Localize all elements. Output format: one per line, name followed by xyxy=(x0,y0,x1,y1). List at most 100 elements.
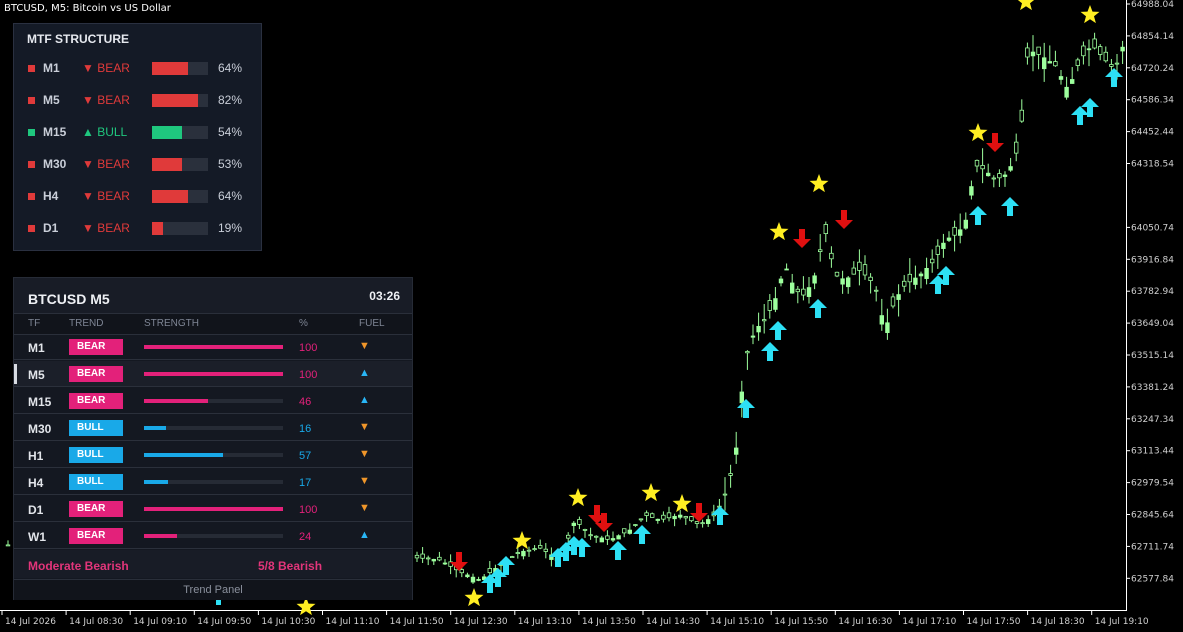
row-timeframe: H1 xyxy=(28,449,44,463)
trend-square-icon xyxy=(28,129,35,136)
price-label: 64318.54 xyxy=(1131,160,1174,170)
mtf-strength-fill xyxy=(152,158,182,171)
strength-percent: 100 xyxy=(299,504,318,516)
trend-badge: BEAR xyxy=(69,366,123,382)
time-label: 14 Jul 10:30 xyxy=(261,617,315,627)
price-tick: 63247.34 xyxy=(1126,415,1174,425)
candle xyxy=(1014,133,1019,162)
price-label: 62711.74 xyxy=(1131,542,1174,552)
candle xyxy=(425,555,431,566)
row-timeframe: M30 xyxy=(28,422,52,436)
time-label: 14 Jul 08:30 xyxy=(69,617,123,627)
time-tick: 14 Jul 13:10 xyxy=(514,610,572,627)
trend-badge: BEAR xyxy=(69,528,123,544)
price-tick: 63515.14 xyxy=(1126,351,1174,361)
mtf-structure-panel[interactable]: MTF STRUCTURE M1 ▼ BEAR 64% M5 ▼ BEAR 82% M15 ▲… xyxy=(13,23,262,251)
mtf-timeframe: M5 xyxy=(43,93,60,107)
price-tick: 63113.44 xyxy=(1126,447,1174,457)
candle xyxy=(509,555,515,558)
candle xyxy=(650,512,655,518)
candle xyxy=(941,233,946,258)
star-icon xyxy=(512,531,532,550)
mtf-direction: ▼ BEAR xyxy=(82,221,130,235)
candle xyxy=(1120,40,1125,65)
price-label: 64050.74 xyxy=(1131,223,1174,233)
trend-row-d1[interactable]: D1 BEAR 100 ▼ xyxy=(14,496,412,522)
trend-badge: BULL xyxy=(69,474,123,490)
candle xyxy=(1070,67,1075,84)
row-timeframe: W1 xyxy=(28,530,46,544)
bearish-count: 5/8 Bearish xyxy=(258,559,323,573)
strength-percent: 16 xyxy=(299,423,312,435)
candle xyxy=(806,277,812,304)
time-label: 14 Jul 15:10 xyxy=(710,617,764,627)
candle xyxy=(633,524,638,527)
candle xyxy=(638,518,644,522)
trend-row-m1[interactable]: M1 BEAR 100 ▼ xyxy=(14,334,412,360)
trend-square-icon xyxy=(28,65,35,72)
trend-row-m5[interactable]: M5 BEAR 100 ▲ xyxy=(14,361,412,387)
strength-percent: 24 xyxy=(299,531,312,543)
candle xyxy=(476,576,481,582)
strength-percent: 100 xyxy=(299,369,318,381)
mtf-direction: ▼ BEAR xyxy=(82,93,130,107)
arrow-down-icon xyxy=(793,229,811,248)
trend-row-h4[interactable]: H4 BULL 17 ▼ xyxy=(14,469,412,495)
time-label: 14 Jul 15:50 xyxy=(774,617,828,627)
row-timeframe: M5 xyxy=(28,368,45,382)
strength-bar xyxy=(144,372,283,376)
candle xyxy=(582,528,588,538)
candle xyxy=(784,263,789,271)
candle xyxy=(818,234,823,262)
col-tf: TF xyxy=(28,318,41,329)
candle xyxy=(543,543,548,559)
bar-countdown: 03:26 xyxy=(369,289,400,303)
trend-row-m30[interactable]: M30 BULL 16 ▼ xyxy=(14,415,412,441)
candle xyxy=(1030,35,1036,72)
star-icon xyxy=(1080,5,1100,24)
candle xyxy=(683,515,688,525)
row-timeframe: D1 xyxy=(28,503,44,517)
summary-text: Moderate Bearish xyxy=(28,559,129,573)
candle xyxy=(1019,99,1024,123)
mtf-timeframe: D1 xyxy=(43,221,59,235)
arrow-up-icon xyxy=(1071,106,1089,125)
time-label: 14 Jul 09:50 xyxy=(197,617,251,627)
candle xyxy=(879,298,884,331)
price-tick: 64452.44 xyxy=(1126,128,1174,138)
candle xyxy=(448,554,453,575)
candle xyxy=(437,551,442,562)
candle xyxy=(902,275,907,292)
trend-panel-header: BTCUSD M5 03:26 xyxy=(14,278,412,313)
candle xyxy=(952,220,957,252)
trend-row-w1[interactable]: W1 BEAR 24 ▲ xyxy=(14,523,412,549)
time-tick: 14 Jul 09:50 xyxy=(193,610,252,627)
time-tick: 14 Jul 18:30 xyxy=(1027,610,1085,627)
trend-row-m15[interactable]: M15 BEAR 46 ▲ xyxy=(14,388,412,414)
time-label: 14 Jul 09:10 xyxy=(133,617,187,627)
candle xyxy=(857,249,862,286)
fuel-up-icon: ▲ xyxy=(359,394,370,406)
mtf-direction: ▼ BEAR xyxy=(82,189,130,203)
trend-row-h1[interactable]: H1 BULL 57 ▼ xyxy=(14,442,412,468)
trend-panel[interactable]: BTCUSD M5 03:26 TF TREND STRENGTH % FUEL… xyxy=(13,277,413,600)
candle xyxy=(913,265,918,290)
candle xyxy=(1092,32,1097,50)
candle xyxy=(700,519,705,528)
trend-badge: BEAR xyxy=(69,393,123,409)
candle xyxy=(734,431,739,464)
price-tick: 64720.24 xyxy=(1126,64,1174,74)
arrow-up-icon xyxy=(633,525,651,544)
time-tick: 14 Jul 13:50 xyxy=(578,610,636,627)
fuel-down-icon: ▼ xyxy=(359,421,370,433)
time-label: 14 Jul 17:50 xyxy=(967,617,1021,627)
strength-fill xyxy=(144,507,283,511)
time-tick: 14 Jul 09:10 xyxy=(129,610,187,627)
candle xyxy=(974,159,980,173)
mtf-direction: ▼ BEAR xyxy=(82,157,130,171)
candle xyxy=(594,535,599,543)
price-axis: 64988.04 64854.14 64720.24 64586.34 64452.44… xyxy=(1126,0,1174,584)
candle xyxy=(1025,42,1030,65)
candle xyxy=(616,534,621,540)
mtf-strength-bar xyxy=(152,126,208,139)
